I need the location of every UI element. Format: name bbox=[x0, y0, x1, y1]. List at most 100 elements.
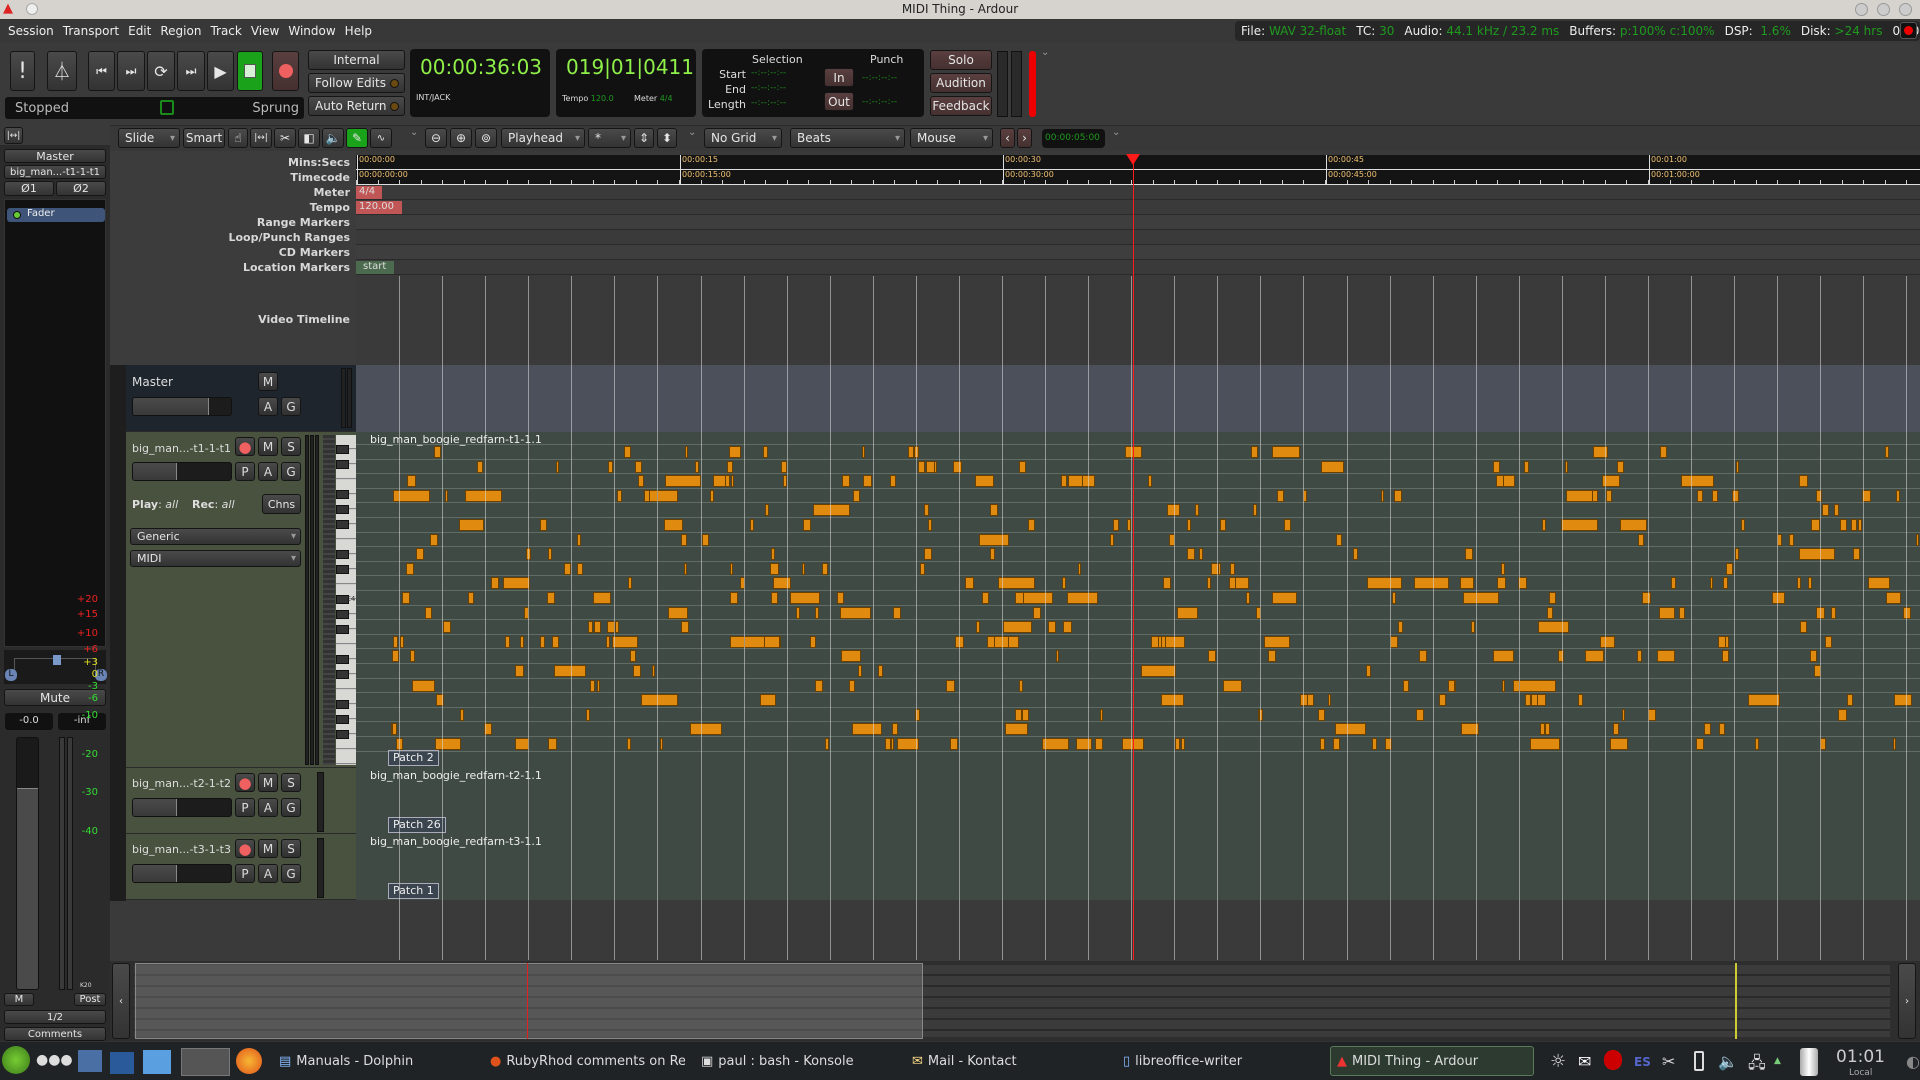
midi-note[interactable] bbox=[1748, 694, 1780, 707]
midi-note[interactable] bbox=[923, 504, 929, 517]
menu-edit[interactable]: Edit bbox=[128, 24, 151, 38]
error-alert-button[interactable]: ! bbox=[10, 51, 35, 91]
midi-note[interactable] bbox=[1799, 548, 1836, 561]
meter-marker[interactable]: 4/4 bbox=[356, 186, 382, 199]
midi-note[interactable] bbox=[771, 548, 776, 561]
midi-note[interactable] bbox=[824, 738, 829, 750]
midi-note[interactable] bbox=[442, 621, 451, 634]
patch-change-marker[interactable]: Patch 1 bbox=[388, 883, 439, 899]
midi-note[interactable] bbox=[1398, 621, 1404, 634]
midi-note[interactable] bbox=[1062, 577, 1067, 590]
midi-note[interactable] bbox=[1277, 489, 1284, 502]
task-ardour[interactable]: ▲ MIDI Thing - Ardour bbox=[1330, 1046, 1534, 1076]
midi-note[interactable] bbox=[1099, 708, 1104, 721]
menu-region[interactable]: Region bbox=[160, 24, 201, 38]
midi-note[interactable] bbox=[659, 738, 663, 750]
location-markers-ruler[interactable]: start bbox=[356, 260, 1920, 275]
piano-key[interactable] bbox=[336, 730, 349, 739]
meter-point-post-button[interactable]: Post bbox=[74, 993, 106, 1006]
terminal-launcher-icon[interactable] bbox=[110, 1052, 134, 1074]
midi-note[interactable] bbox=[548, 738, 557, 750]
piano-key[interactable] bbox=[336, 445, 349, 454]
play-button[interactable]: ▶ bbox=[207, 51, 234, 91]
midi-note[interactable] bbox=[1620, 519, 1647, 531]
midi-note[interactable] bbox=[1605, 489, 1613, 502]
midi-note[interactable] bbox=[1847, 694, 1854, 707]
midi-note[interactable] bbox=[635, 460, 642, 473]
midi-note[interactable] bbox=[1332, 738, 1341, 750]
midi-note[interactable] bbox=[1622, 708, 1626, 721]
editor-summary[interactable]: ‹ › bbox=[110, 961, 1920, 1041]
secondary-clock[interactable]: 019|01|0411 Tempo 120.0 Meter 4/4 bbox=[556, 49, 696, 117]
midi-note[interactable] bbox=[1830, 606, 1837, 619]
zoom-out-button[interactable]: ⊖ bbox=[425, 128, 447, 148]
mute-button[interactable]: M bbox=[258, 839, 278, 858]
track-header-t3[interactable]: big_man...-t3-1-t3 ● M S P A G bbox=[126, 834, 357, 900]
midi-note[interactable] bbox=[1678, 606, 1686, 619]
midi-note[interactable] bbox=[1808, 577, 1812, 590]
midi-note[interactable] bbox=[1800, 621, 1807, 634]
midi-note[interactable] bbox=[814, 606, 820, 619]
midi-note[interactable] bbox=[611, 635, 638, 648]
feedback-button[interactable]: Feedback bbox=[930, 96, 992, 116]
record-arm-button[interactable]: ● bbox=[235, 437, 255, 456]
midi-note[interactable] bbox=[1021, 708, 1030, 721]
midi-note[interactable] bbox=[1529, 738, 1560, 750]
piano-roll-keyboard[interactable]: C4 bbox=[336, 435, 356, 765]
patch-change-marker[interactable]: Patch 2 bbox=[388, 750, 439, 766]
piano-key[interactable] bbox=[336, 610, 349, 619]
midi-note[interactable] bbox=[853, 489, 860, 502]
midi-note[interactable] bbox=[1263, 635, 1290, 648]
shrink-tracks-button[interactable]: ⇕ bbox=[634, 128, 654, 148]
midi-note[interactable] bbox=[814, 679, 824, 692]
track-name[interactable]: big_man...-t1-1-t1 bbox=[132, 442, 231, 455]
midi-note[interactable] bbox=[1811, 519, 1821, 531]
automation-button[interactable]: A bbox=[258, 798, 278, 817]
piano-key[interactable] bbox=[336, 750, 356, 764]
video-timeline[interactable] bbox=[356, 276, 1920, 365]
midi-note[interactable] bbox=[614, 621, 620, 634]
note-range-scroomer[interactable] bbox=[323, 435, 335, 765]
punch-in-button[interactable]: In bbox=[824, 68, 854, 87]
midi-note[interactable] bbox=[548, 548, 553, 561]
folder-icon[interactable] bbox=[143, 1050, 171, 1074]
tempo-ruler[interactable]: 120.00 bbox=[356, 200, 1920, 215]
midi-note[interactable] bbox=[1283, 519, 1291, 531]
midi-note[interactable] bbox=[1610, 738, 1628, 750]
midi-note[interactable] bbox=[842, 475, 850, 488]
midi-note[interactable] bbox=[890, 475, 896, 488]
midi-note[interactable] bbox=[514, 738, 529, 750]
mute-button[interactable]: M bbox=[258, 372, 278, 391]
midi-note[interactable] bbox=[1002, 621, 1032, 634]
midi-note[interactable] bbox=[727, 460, 734, 473]
midi-note[interactable] bbox=[1014, 708, 1023, 721]
midi-note[interactable] bbox=[689, 723, 722, 736]
playlist-button[interactable]: P bbox=[235, 462, 255, 481]
shuttle-indicator[interactable] bbox=[160, 100, 174, 115]
snap-mode-dropdown[interactable]: Mouse bbox=[910, 128, 993, 148]
goto-end-button[interactable]: ⏭ bbox=[177, 51, 205, 91]
midi-note[interactable] bbox=[923, 548, 933, 561]
midi-note[interactable] bbox=[1464, 548, 1473, 561]
midi-note[interactable] bbox=[1032, 606, 1042, 619]
edit-mode-dropdown[interactable]: Slide bbox=[118, 128, 180, 148]
menu-help[interactable]: Help bbox=[345, 24, 372, 38]
solo-button[interactable]: Solo bbox=[930, 50, 992, 70]
ripple-dropdown[interactable]: * bbox=[588, 128, 631, 148]
midi-note[interactable] bbox=[861, 446, 866, 458]
meter-ruler[interactable]: 4/4 bbox=[356, 185, 1920, 200]
midi-note[interactable] bbox=[1005, 723, 1029, 736]
midi-note[interactable] bbox=[1207, 577, 1211, 590]
midi-note[interactable] bbox=[617, 489, 622, 502]
timecode-ruler[interactable]: 00:00:00:00 00:00:15:00 00:00:30:00 00:00:4… bbox=[356, 170, 1920, 185]
selection-end-clock[interactable]: --:--:--:-- bbox=[751, 83, 786, 93]
midi-note[interactable] bbox=[917, 460, 925, 473]
midi-note[interactable] bbox=[445, 489, 449, 502]
midi-note[interactable] bbox=[1695, 738, 1704, 750]
smart-mode-button[interactable]: Smart bbox=[183, 128, 225, 148]
app-launcher-icon[interactable] bbox=[2, 1046, 30, 1074]
channels-button[interactable]: Chns bbox=[262, 494, 301, 514]
midi-note[interactable] bbox=[1219, 519, 1226, 531]
midi-note[interactable] bbox=[1062, 621, 1072, 634]
empty-canvas[interactable] bbox=[356, 900, 1920, 960]
